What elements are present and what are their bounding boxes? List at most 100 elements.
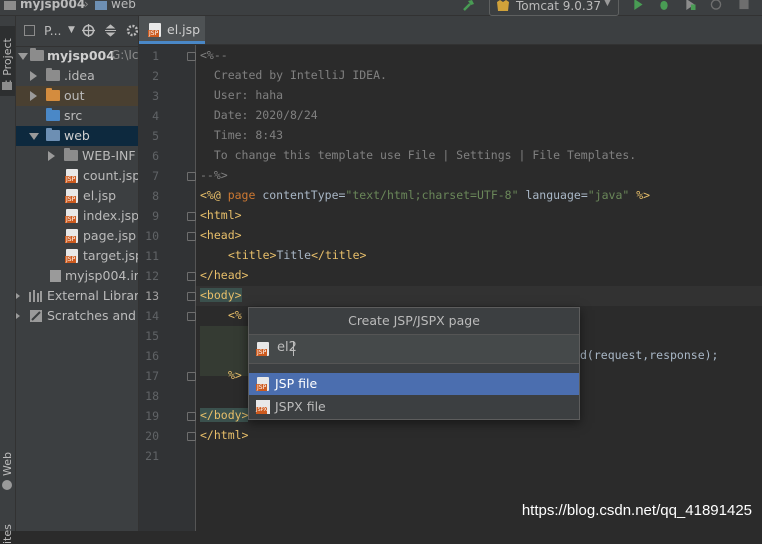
fold-marker-icon[interactable] bbox=[187, 272, 196, 281]
fold-marker-icon[interactable] bbox=[187, 312, 196, 321]
chevron-down-icon: ▼ bbox=[604, 0, 611, 8]
folder-icon bbox=[4, 1, 16, 10]
web-folder-icon bbox=[95, 1, 107, 10]
web-icon bbox=[2, 480, 12, 490]
jsp-file-icon bbox=[148, 23, 161, 37]
line-number: 16 bbox=[145, 349, 159, 363]
tree-item-label: Scratches and C bbox=[47, 308, 139, 323]
editor-tab-el-jsp[interactable]: el.jsp bbox=[139, 16, 205, 44]
code-line-10: <head> bbox=[200, 228, 242, 242]
code-line-7: --%> bbox=[200, 168, 228, 182]
tree-item-label: index.jsp bbox=[83, 208, 139, 223]
code-line-3: User: haha bbox=[200, 88, 284, 102]
chevron-right-icon[interactable] bbox=[48, 151, 55, 161]
tree-item-page-jsp[interactable]: page.jsp bbox=[16, 226, 138, 246]
line-number: 6 bbox=[152, 149, 159, 163]
line-number: 15 bbox=[145, 329, 159, 343]
tree-item-target-jsp[interactable]: target.jsp bbox=[16, 246, 138, 266]
tree-item-web[interactable]: web bbox=[16, 126, 138, 146]
tree-item-scratches[interactable]: Scratches and C bbox=[16, 306, 138, 326]
code-line-11: <title>Title</title> bbox=[228, 248, 366, 262]
line-number: 5 bbox=[152, 129, 159, 143]
code-line-8: <%@ page contentType="text/html;charset=… bbox=[200, 188, 650, 202]
web-tool-tab[interactable]: Web bbox=[1, 452, 14, 476]
tomcat-icon bbox=[497, 0, 509, 11]
chevron-down-icon[interactable] bbox=[18, 53, 28, 60]
build-hammer-icon[interactable] bbox=[462, 0, 476, 12]
tree-item-idea[interactable]: .idea bbox=[16, 66, 138, 86]
code-line-6: To change this template use File | Setti… bbox=[200, 148, 637, 162]
tree-item-module[interactable]: myjsp004 G:\Ic bbox=[16, 46, 138, 66]
fold-marker-icon[interactable] bbox=[187, 52, 196, 61]
locate-icon[interactable] bbox=[82, 24, 95, 37]
fold-marker-icon[interactable] bbox=[187, 372, 196, 381]
breadcrumb-project[interactable]: myjsp004 bbox=[20, 0, 85, 11]
chevron-right-icon: › bbox=[84, 0, 89, 11]
breadcrumb-web[interactable]: web bbox=[111, 0, 136, 11]
chevron-right-icon[interactable] bbox=[30, 71, 37, 81]
code-line-2: Created by IntelliJ IDEA. bbox=[200, 68, 387, 82]
line-number: 21 bbox=[145, 449, 159, 463]
favorites-tool-tab[interactable]: ites bbox=[1, 524, 14, 544]
chevron-down-icon[interactable] bbox=[29, 133, 39, 140]
project-view-select[interactable]: P... bbox=[44, 23, 62, 38]
option-label: JSP file bbox=[275, 376, 318, 391]
line-number: 10 bbox=[145, 229, 159, 243]
popup-title: Create JSP/JSPX page bbox=[348, 313, 480, 328]
text-caret bbox=[293, 341, 294, 356]
project-panel-header: P... ▼ bbox=[16, 16, 138, 47]
debug-icon[interactable] bbox=[658, 0, 670, 10]
code-line-16: d(request,response); bbox=[580, 348, 719, 362]
line-number: 3 bbox=[152, 89, 159, 103]
run-with-coverage-icon[interactable] bbox=[684, 0, 696, 10]
tree-item-count-jsp[interactable]: count.jsp bbox=[16, 166, 138, 186]
collapse-all-icon[interactable] bbox=[104, 24, 117, 37]
iml-file-icon bbox=[50, 270, 61, 282]
jspx-file-icon bbox=[256, 400, 270, 414]
chevron-right-icon[interactable] bbox=[30, 91, 37, 101]
tree-item-label: myjsp004.im bbox=[65, 268, 139, 283]
option-label: JSPX file bbox=[275, 399, 326, 414]
jsp-file-icon bbox=[65, 209, 78, 223]
option-jspx-file[interactable]: JSPX file bbox=[249, 396, 579, 418]
code-line-1: <%-- bbox=[200, 48, 228, 62]
tree-item-label: .idea bbox=[64, 68, 95, 83]
tree-item-external-libraries[interactable]: External Librarie bbox=[16, 286, 138, 306]
fold-marker-icon[interactable] bbox=[187, 292, 196, 301]
fold-marker-icon[interactable] bbox=[187, 432, 196, 441]
watermark-text: https://blog.csdn.net/qq_41891425 bbox=[521, 502, 752, 519]
tree-item-out[interactable]: out bbox=[16, 86, 138, 106]
tree-item-index-jsp[interactable]: index.jsp bbox=[16, 206, 138, 226]
line-number: 14 bbox=[145, 309, 159, 323]
fold-marker-icon[interactable] bbox=[187, 412, 196, 421]
attr-content-type: contentType= bbox=[262, 188, 346, 202]
page-directive-close: %> bbox=[629, 188, 651, 202]
module-folder-icon bbox=[30, 48, 44, 61]
tree-item-iml[interactable]: myjsp004.im bbox=[16, 266, 138, 286]
tree-item-label: External Librarie bbox=[47, 288, 139, 303]
run-configuration-label: Tomcat 9.0.37 bbox=[516, 0, 601, 13]
settings-gear-icon[interactable] bbox=[126, 24, 139, 37]
profiler-icon[interactable] bbox=[710, 0, 722, 10]
folder-icon bbox=[2, 82, 12, 90]
run-icon[interactable] bbox=[632, 0, 644, 10]
tree-item-web-inf[interactable]: WEB-INF bbox=[16, 146, 138, 166]
fold-marker-icon[interactable] bbox=[187, 232, 196, 241]
chevron-down-icon[interactable]: ▼ bbox=[68, 25, 75, 35]
chevron-right-icon[interactable] bbox=[16, 313, 20, 319]
line-number: 11 bbox=[145, 249, 159, 263]
tree-item-label: src bbox=[64, 108, 83, 123]
title-close-tag: </title> bbox=[311, 248, 367, 262]
folder-icon bbox=[46, 68, 60, 81]
option-jsp-file[interactable]: JSP file bbox=[249, 373, 579, 395]
chevron-right-icon[interactable] bbox=[16, 293, 20, 299]
stop-icon[interactable] bbox=[738, 0, 750, 10]
code-line-17: %> bbox=[228, 368, 242, 382]
jsp-file-icon bbox=[65, 249, 78, 263]
run-configuration-select[interactable]: Tomcat 9.0.37 ▼ bbox=[489, 0, 619, 16]
file-name-input[interactable]: el2 bbox=[249, 334, 579, 364]
fold-marker-icon[interactable] bbox=[187, 212, 196, 221]
tree-item-el-jsp[interactable]: el.jsp bbox=[16, 186, 138, 206]
tree-item-src[interactable]: src bbox=[16, 106, 138, 126]
fold-marker-icon[interactable] bbox=[187, 172, 196, 181]
